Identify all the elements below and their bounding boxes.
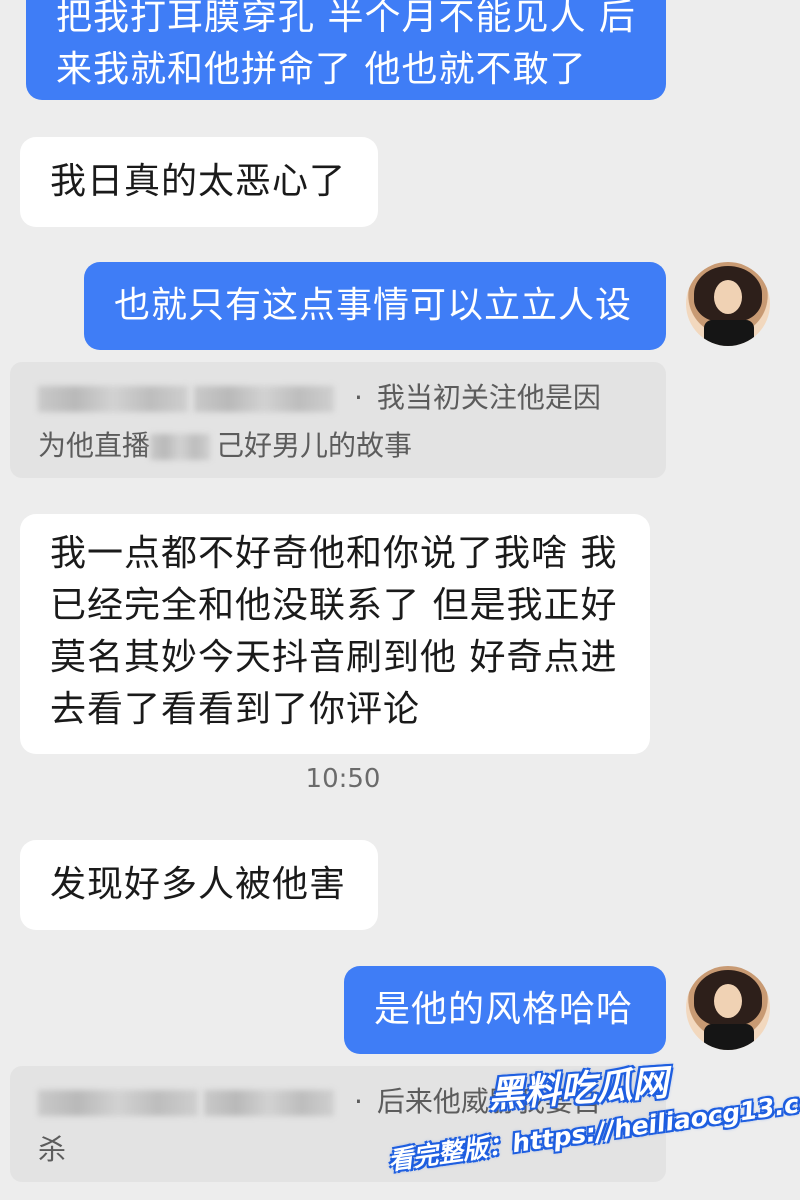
quote-text: 为他直播 bbox=[38, 429, 151, 462]
avatar-dress bbox=[704, 320, 754, 346]
message-text-line: 我一点都不好奇他和你说了我啥 我 bbox=[50, 533, 618, 574]
user-avatar[interactable] bbox=[686, 966, 770, 1050]
avatar-dress bbox=[704, 1024, 754, 1050]
message-text-line: 来我就和他拼命了 他也就不敢了 bbox=[56, 49, 587, 90]
avatar-face bbox=[714, 984, 742, 1018]
redacted-blur bbox=[204, 1090, 334, 1116]
redacted-blur bbox=[38, 386, 188, 412]
redacted-blur bbox=[38, 1090, 198, 1116]
message-bubble-other[interactable]: 我日真的太恶心了 bbox=[20, 137, 378, 227]
message-bubble-other[interactable]: 发现好多人被他害 bbox=[20, 840, 378, 930]
quote-text: 我当初关注他是因 bbox=[376, 381, 601, 414]
message-text-line: 已经完全和他没联系了 但是我正好 bbox=[50, 585, 618, 626]
user-avatar[interactable] bbox=[686, 262, 770, 346]
message-bubble-self[interactable]: 是他的风格哈哈 bbox=[344, 966, 666, 1054]
quote-text: 己好男儿的故事 bbox=[216, 429, 413, 462]
avatar-face bbox=[714, 280, 742, 314]
quote-line: · 我当初关注他是因 bbox=[38, 374, 638, 422]
message-text-line: 把我打耳膜穿孔 半个月不能见人 后 bbox=[56, 0, 636, 38]
quote-line: 为他直播 己好男儿的故事 bbox=[38, 422, 638, 470]
message-text: 也就只有这点事情可以立立人设 bbox=[114, 285, 633, 326]
message-text: 我日真的太恶心了 bbox=[50, 161, 347, 202]
message-text: 发现好多人被他害 bbox=[50, 864, 347, 905]
message-text-line: 莫名其妙今天抖音刷到他 好奇点进 bbox=[50, 637, 618, 678]
message-bubble-self[interactable]: 也就只有这点事情可以立立人设 bbox=[84, 262, 666, 350]
message-bubble-other[interactable]: 我一点都不好奇他和你说了我啥 我 已经完全和他没联系了 但是我正好 莫名其妙今天… bbox=[20, 514, 650, 754]
message-text-line: 去看了看看到了你评论 bbox=[50, 689, 421, 730]
message-timestamp: 10:50 bbox=[305, 764, 381, 794]
quoted-reply[interactable]: · 我当初关注他是因 为他直播 己好男儿的故事 bbox=[10, 362, 666, 478]
message-bubble-self[interactable]: 把我打耳膜穿孔 半个月不能见人 后 来我就和他拼命了 他也就不敢了 bbox=[26, 0, 666, 100]
message-text: 是他的风格哈哈 bbox=[374, 989, 634, 1030]
redacted-blur bbox=[150, 434, 211, 460]
redacted-blur bbox=[194, 386, 334, 412]
